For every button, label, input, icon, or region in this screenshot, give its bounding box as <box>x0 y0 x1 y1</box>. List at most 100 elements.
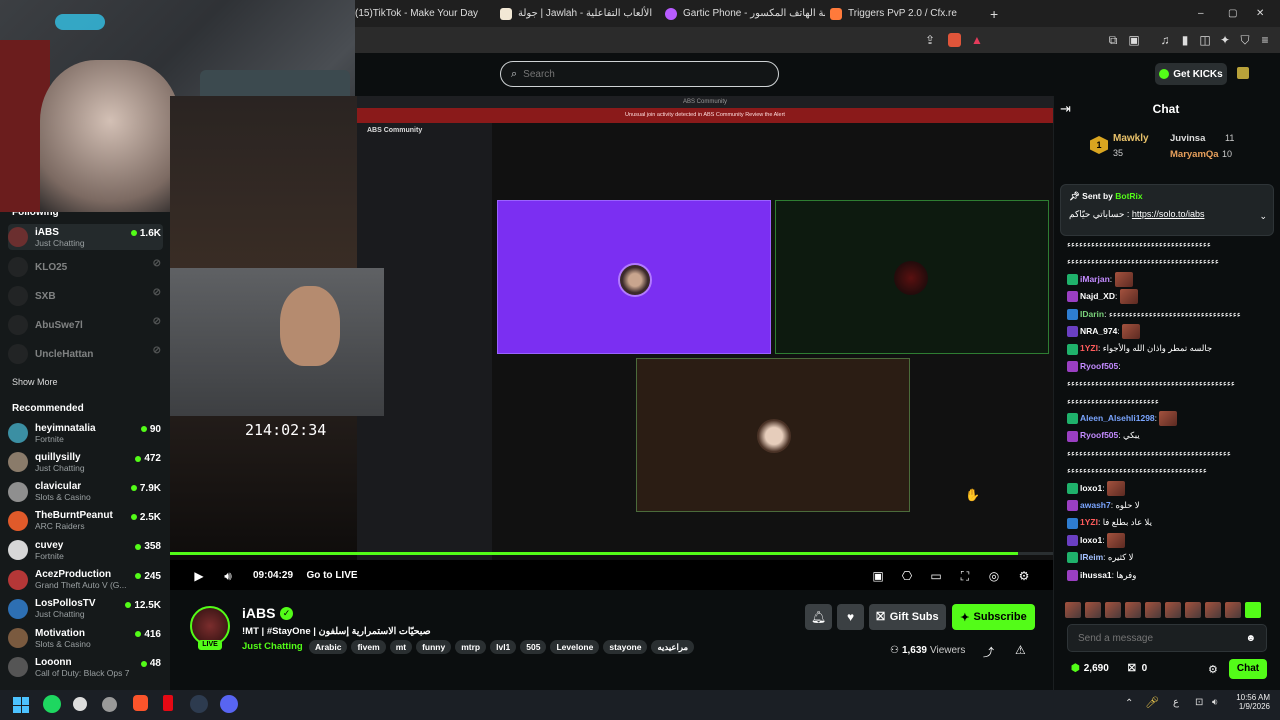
sidebar-channel-recommended[interactable]: Looonn Call of Duty: Black Ops 7 48 <box>8 654 163 680</box>
sidebar-channel-recommended[interactable]: LosPollosTV Just Chatting 12.5K <box>8 596 163 622</box>
obs-icon[interactable] <box>102 697 117 712</box>
notification-bell-button[interactable]: 🔔︎ <box>805 604 832 630</box>
maximize-button[interactable]: ▢ <box>1228 0 1242 27</box>
mini-player-icon[interactable]: ▣ <box>871 568 885 584</box>
emote-quick-pick[interactable] <box>1245 602 1261 618</box>
fullscreen-icon[interactable]: ⛶ <box>958 568 972 584</box>
tab-gartic[interactable]: Gartic Phone - لعبة الهاتف المكسور <box>665 0 825 27</box>
close-window-button[interactable]: ✕ <box>1256 0 1270 27</box>
sidebar-toggle-icon[interactable]: ▮ <box>1178 33 1192 47</box>
search-bar[interactable]: ⌕ <box>500 61 779 87</box>
emote-quick-pick[interactable] <box>1225 602 1241 618</box>
chat-username[interactable]: Ryoof505 <box>1080 430 1118 440</box>
leader-3-name[interactable]: MaryamQa <box>1170 149 1219 160</box>
tab-triggers[interactable]: Triggers PvP 2.0 / Cfx.re <box>830 0 980 27</box>
sidebar-channel-recommended[interactable]: TheBurntPeanut ARC Raiders 2.5K <box>8 508 163 534</box>
settings-gear-icon[interactable]: ⚙ <box>1017 568 1031 584</box>
sidebar-channel-klo25[interactable]: KLO25 ⊘ <box>8 254 163 280</box>
chat-username[interactable]: loxo1 <box>1080 483 1102 493</box>
spotify-icon[interactable] <box>43 695 61 713</box>
tab-jawlah[interactable]: جولة | Jawlah - منصة الألعاب التفاعلية <box>500 0 655 27</box>
emote-quick-pick[interactable] <box>1125 602 1141 618</box>
stream-tag[interactable]: مراعيديه <box>651 640 695 654</box>
sidebar-channel-recommended[interactable]: Motivation Slots & Casino 416 <box>8 625 163 651</box>
leader-1-name[interactable]: Mawkly <box>1113 133 1149 144</box>
network-icon[interactable]: ⊡ <box>1195 697 1203 708</box>
new-tab-button[interactable]: + <box>990 0 1004 27</box>
tab-tiktok[interactable]: (15)TikTok - Make Your Day <box>355 0 495 27</box>
chat-username[interactable]: IDarin <box>1080 309 1104 319</box>
drops[interactable]: ⛝ 0 <box>1128 663 1147 674</box>
channel-points[interactable]: ⬢ 2,690 <box>1071 663 1109 674</box>
gift-subs-button[interactable]: ⛝ Gift Subs <box>869 604 946 630</box>
follow-heart-button[interactable]: ♥ <box>837 604 864 630</box>
sidebar-channel-unclehattan[interactable]: UncleHattan ⊘ <box>8 341 163 367</box>
sidebar-channel-recommended[interactable]: cuvey Fortnite 358 <box>8 537 163 563</box>
go-to-live-button[interactable]: Go to LIVE <box>300 568 364 584</box>
search-input[interactable] <box>523 68 754 80</box>
emoji-icon[interactable]: ☻ <box>1245 633 1256 644</box>
theater-mode-icon[interactable]: ▭ <box>929 568 943 584</box>
minimize-button[interactable]: – <box>1198 0 1212 27</box>
brave-rewards-icon[interactable]: ▲ <box>970 33 984 47</box>
speaker-icon[interactable]: 🔉︎ <box>1212 697 1218 708</box>
leader-2-name[interactable]: Juvinsa <box>1170 133 1205 144</box>
clip-icon[interactable]: ⎔ <box>900 568 914 584</box>
emote-quick-pick[interactable] <box>1145 602 1161 618</box>
discord-icon[interactable] <box>220 695 238 713</box>
chat-username[interactable]: ihussa1 <box>1080 570 1112 580</box>
chat-username[interactable]: Najd_XD <box>1080 291 1115 301</box>
windows-start-icon[interactable] <box>13 697 29 713</box>
sidebar-channel-recommended[interactable]: quillysilly Just Chatting 472 <box>8 449 163 475</box>
chevron-down-icon[interactable]: ⌄ <box>1259 211 1267 222</box>
chat-username[interactable]: awash7 <box>1080 500 1111 510</box>
sidebar-channel-recommended[interactable]: AcezProduction Grand Theft Auto V (G... 24… <box>8 567 163 593</box>
sidebar-channel-abuswe7l[interactable]: AbuSwe7l ⊘ <box>8 312 163 338</box>
subscribe-button[interactable]: ✦ Subscribe <box>952 604 1035 630</box>
stream-category[interactable]: Just Chatting <box>242 641 303 652</box>
music-icon[interactable]: ♫ <box>1158 33 1172 47</box>
sidebar-channel-recommended[interactable]: heyimnatalia Fortnite 90 <box>8 420 163 446</box>
chat-username[interactable]: iMarjan <box>1080 274 1110 284</box>
sidebar-channel-iabs[interactable]: iABS Just Chatting 1.6K <box>8 224 163 250</box>
show-more-link[interactable]: Show More <box>12 377 58 387</box>
chat-username[interactable]: 1YZI <box>1080 343 1098 353</box>
report-icon[interactable]: ⚠ <box>1015 643 1026 657</box>
video-player[interactable]: ABS Community Unusual join activity dete… <box>170 96 1053 590</box>
leo-ai-icon[interactable]: ✦ <box>1218 33 1232 47</box>
emote-quick-pick[interactable] <box>1205 602 1221 618</box>
emote-quick-pick[interactable] <box>1065 602 1081 618</box>
emote-quick-pick[interactable] <box>1165 602 1181 618</box>
volume-icon[interactable]: 🔊︎ <box>221 568 235 584</box>
brave-shield-icon[interactable] <box>948 33 961 47</box>
stream-tag[interactable]: mtrp <box>455 640 487 654</box>
chat-input-box[interactable]: ☻ <box>1067 624 1267 652</box>
pinned-message[interactable]: 📌︎ Sent by BotRix حساباتي حيّاكم : https… <box>1060 184 1274 236</box>
stream-tag[interactable]: 505 <box>520 640 547 654</box>
emote-quick-pick[interactable] <box>1105 602 1121 618</box>
chat-username[interactable]: 1YZI <box>1080 517 1098 527</box>
stream-tag[interactable]: mt <box>389 640 413 654</box>
sidebar-channel-recommended[interactable]: clavicular Slots & Casino 7.9K <box>8 479 163 505</box>
netflix-icon[interactable] <box>163 695 173 711</box>
stream-tag[interactable]: lvl1 <box>490 640 517 654</box>
screenshot-icon[interactable]: ▣ <box>1127 33 1141 47</box>
emote-quick-pick[interactable] <box>1085 602 1101 618</box>
microphone-icon[interactable]: 🎤︎ <box>1145 696 1159 709</box>
sidebar-channel-sxb[interactable]: SXB ⊘ <box>8 283 163 309</box>
emote-quick-pick[interactable] <box>1185 602 1201 618</box>
chat-input[interactable] <box>1078 632 1238 644</box>
share-icon[interactable]: ⇪ <box>923 33 937 47</box>
get-kicks-button[interactable]: Get KICKs <box>1155 63 1227 85</box>
brave-browser-icon[interactable] <box>133 695 148 711</box>
stream-tag[interactable]: Levelone <box>550 640 600 654</box>
vpn-shield-icon[interactable]: ⛉ <box>1238 33 1252 47</box>
seek-bar[interactable] <box>170 552 1053 555</box>
streamer-name[interactable]: iABS <box>242 605 275 621</box>
quality-icon[interactable]: ◎ <box>987 568 1001 584</box>
settings-app-icon[interactable] <box>73 697 87 711</box>
stream-tag[interactable]: funny <box>416 640 452 654</box>
chat-send-button[interactable]: Chat <box>1229 659 1267 679</box>
wallet-icon[interactable]: ◫ <box>1198 33 1212 47</box>
crown-icon[interactable] <box>1237 67 1249 79</box>
